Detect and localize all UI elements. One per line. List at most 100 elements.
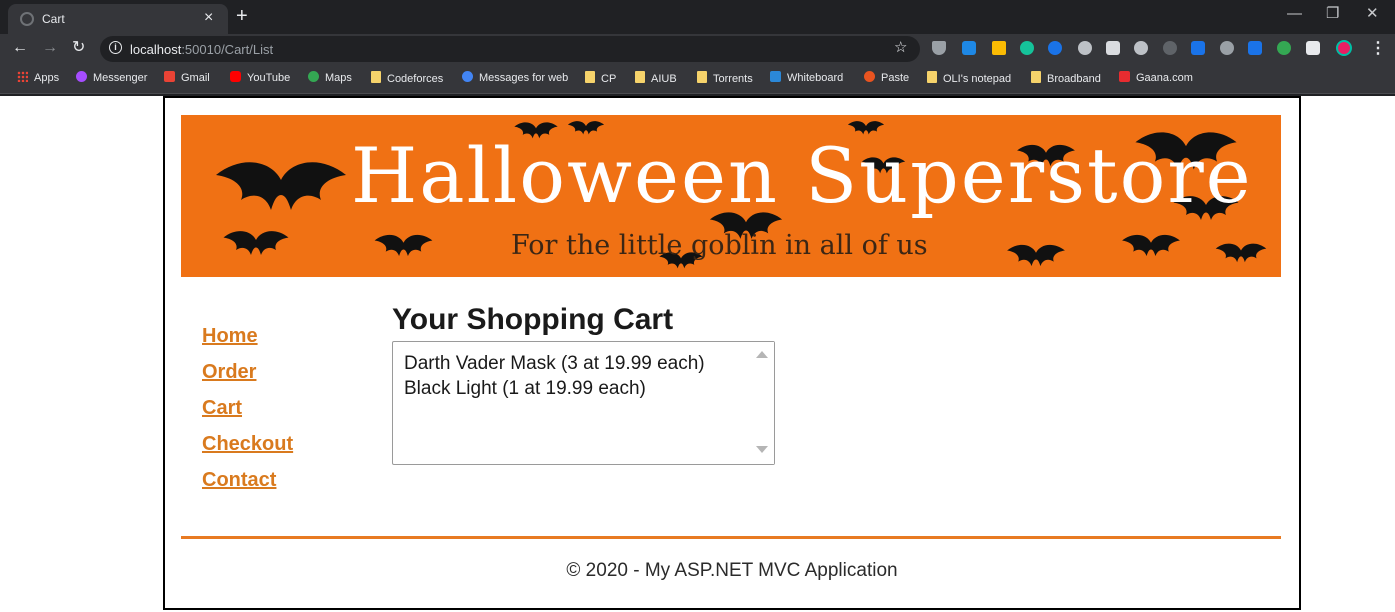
folder-icon	[697, 71, 707, 83]
bookmark-apps[interactable]: Apps	[17, 71, 59, 84]
bookmark-label: Gmail	[181, 72, 210, 84]
bookmark-label: Torrents	[713, 73, 753, 85]
bookmark-label: Maps	[325, 72, 352, 84]
add-extension-icon[interactable]	[1277, 41, 1291, 55]
profile-avatar[interactable]	[1336, 40, 1352, 56]
bookmark-label: Codeforces	[387, 73, 444, 85]
bookmark-label: CP	[601, 73, 617, 85]
bat-icon	[1122, 234, 1180, 257]
cart-list-item[interactable]: Darth Vader Mask (3 at 19.99 each)	[404, 353, 705, 375]
bat-icon	[216, 162, 346, 210]
bookmark-maps[interactable]: Maps	[308, 71, 352, 84]
bookmark-gmail[interactable]: Gmail	[164, 71, 210, 84]
messenger-icon	[76, 71, 87, 82]
close-tab-icon[interactable]: ×	[204, 9, 213, 27]
bookmark-label: Apps	[34, 72, 60, 84]
address-text: localhost:50010/Cart/List	[130, 42, 273, 57]
address-bar[interactable]: i localhost:50010/Cart/List	[100, 36, 920, 62]
puzzle-extensions-icon[interactable]	[1306, 41, 1320, 55]
bookmark-broadband[interactable]: Broadband	[1031, 71, 1101, 85]
bookmark-whiteboard[interactable]: Whiteboard	[770, 71, 843, 84]
bookmark-label: Whiteboard	[787, 72, 844, 84]
gaana-icon	[1119, 71, 1130, 82]
bookmark-label: Gaana.com	[1136, 72, 1193, 84]
grid-extension-icon[interactable]	[1163, 41, 1177, 55]
bookmark-codeforces[interactable]: Codeforces	[371, 71, 443, 85]
bat-icon	[1215, 243, 1267, 263]
grammarly-extension-icon[interactable]	[1020, 41, 1034, 55]
bookmark-aiub[interactable]: AIUB	[635, 71, 677, 85]
drive-extension-icon[interactable]	[992, 41, 1006, 55]
new-tab-button[interactable]: +	[236, 6, 248, 26]
apps-grid-icon	[17, 71, 28, 82]
banner-title: Halloween Superstore	[351, 131, 1253, 220]
toolbar: ← → ↻ i localhost:50010/Cart/List	[0, 34, 1395, 64]
browser-tab[interactable]: Cart ×	[8, 4, 228, 34]
bookmark-cp[interactable]: CP	[585, 71, 616, 85]
folder-icon	[635, 71, 645, 83]
whiteboard-icon	[770, 71, 781, 82]
footer-copyright: © 2020 - My ASP.NET MVC Application	[566, 560, 898, 581]
nav-link-home[interactable]: Home	[202, 324, 293, 360]
bookmark-paste[interactable]: Paste	[864, 71, 909, 84]
folder-icon	[371, 71, 381, 83]
bookmark-label: Broadband	[1047, 73, 1101, 85]
bookmark-label: OLI's notepad	[943, 73, 1012, 85]
globe-icon	[20, 12, 34, 26]
youtube-icon	[230, 71, 241, 82]
cart-list-item[interactable]: Black Light (1 at 19.99 each)	[404, 378, 646, 400]
trello-extension-icon[interactable]	[1191, 41, 1205, 55]
gmail-icon	[164, 71, 175, 82]
bookmark-gaana[interactable]: Gaana.com	[1119, 71, 1193, 84]
nav-link-order[interactable]: Order	[202, 360, 293, 396]
bookmark-star-icon[interactable]: ☆	[894, 38, 907, 56]
listbox-scrollbar[interactable]	[750, 342, 774, 464]
nav-link-contact[interactable]: Contact	[202, 468, 293, 504]
nav-link-checkout[interactable]: Checkout	[202, 432, 293, 468]
bookmark-label: YouTube	[247, 72, 291, 84]
address-path: :50010/Cart/List	[181, 42, 274, 57]
site-info-icon[interactable]: i	[109, 41, 122, 54]
ubuntu-icon	[864, 71, 875, 82]
scroll-up-arrow-icon[interactable]	[756, 351, 768, 358]
bookmark-label: Messages for web	[479, 72, 569, 84]
menu-kebab-icon[interactable]: ⋮	[1370, 38, 1386, 58]
bat-icon	[1007, 244, 1065, 267]
maps-icon	[308, 71, 319, 82]
pdf-extension-icon[interactable]	[1106, 41, 1120, 55]
feather-extension-icon[interactable]	[1078, 41, 1092, 55]
restore-icon[interactable]: ❐	[1326, 5, 1339, 23]
banner-tagline: For the little goblin in all of us	[511, 230, 928, 261]
scroll-down-arrow-icon[interactable]	[756, 446, 768, 453]
bookmark-youtube[interactable]: YouTube	[230, 71, 290, 84]
minimize-icon[interactable]: —	[1287, 5, 1302, 23]
cart-listbox[interactable]: Darth Vader Mask (3 at 19.99 each) Black…	[392, 341, 775, 465]
bookmark-label: AIUB	[651, 73, 677, 85]
shield-extension-icon[interactable]	[932, 41, 946, 55]
bookmark-notepad[interactable]: OLI's notepad	[927, 71, 1011, 85]
close-window-icon[interactable]: ✕	[1366, 5, 1379, 23]
bookmark-label: Paste	[881, 72, 910, 84]
screen-extension-icon[interactable]	[1248, 41, 1262, 55]
bookmarks-bar: Apps Messenger Gmail YouTube Maps Codefo…	[0, 64, 1395, 94]
bookmark-torrents[interactable]: Torrents	[697, 71, 753, 85]
reload-icon[interactable]: ↻	[72, 38, 85, 58]
footer-divider	[181, 536, 1281, 539]
nav-link-cart[interactable]: Cart	[202, 396, 293, 432]
bookmark-messenger[interactable]: Messenger	[76, 71, 147, 84]
drive-grey-extension-icon[interactable]	[1220, 41, 1234, 55]
address-host: localhost	[130, 42, 182, 57]
translate-extension-icon[interactable]	[962, 41, 976, 55]
site-nav: Home Order Cart Checkout Contact	[202, 324, 293, 504]
web-extension-icon[interactable]	[1134, 41, 1148, 55]
browser-chrome: Cart × + — ❐ ✕ ← → ↻ i localhost:50010/C…	[0, 0, 1395, 96]
site-banner: Halloween Superstore For the little gobl…	[181, 115, 1281, 277]
back-icon[interactable]: ←	[12, 38, 28, 58]
forward-icon[interactable]: →	[42, 38, 58, 58]
folder-icon	[927, 71, 937, 83]
bookmark-messages[interactable]: Messages for web	[462, 71, 568, 84]
bat-icon	[223, 231, 289, 255]
blue-extension-icon[interactable]	[1048, 41, 1062, 55]
tab-strip: Cart × + — ❐ ✕	[0, 0, 1395, 34]
page-content: Halloween Superstore For the little gobl…	[163, 96, 1301, 610]
